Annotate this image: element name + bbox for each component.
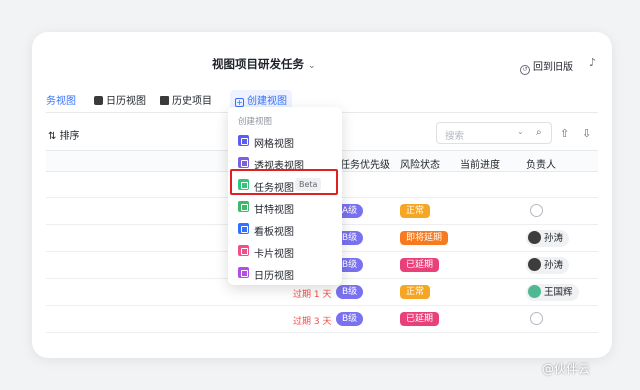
calendar-icon [94,96,103,105]
search-placeholder: 搜索 [445,131,465,142]
grid-icon [238,135,249,146]
sort-icon: ⇅ [48,131,60,142]
download-icon[interactable]: ⇩ [582,127,591,140]
tab-calendar-view[interactable]: 日历视图 [94,92,146,107]
overdue-label: 过期 1 天 [293,290,332,300]
tab-task-view[interactable]: 务视图 [46,92,76,107]
tab-history-projects[interactable]: 历史项目 [160,92,212,107]
gantt-icon [238,201,249,212]
menu-item-kanban-view[interactable]: 看板视图 [234,219,336,239]
chevron-down-icon[interactable]: ⌄ [308,61,316,71]
risk-badge: 已延期 [400,258,440,272]
upload-icon[interactable]: ⇧ [560,127,569,140]
tab-label: 务视图 [46,96,76,107]
menu-item-card-view[interactable]: 卡片视图 [234,241,336,261]
folder-icon [160,96,169,105]
column-priority[interactable]: 任务优先级 [340,156,390,171]
owner-name: 孙涛 [544,260,564,271]
tab-label: 历史项目 [172,96,212,107]
risk-badge: 即将延期 [400,231,449,245]
sort-button[interactable]: ⇅ 排序 [48,127,80,142]
owner-name: 王国辉 [544,287,573,298]
page-title-text: 视图项目研发任务 [212,57,304,71]
owner-chip[interactable]: 孙涛 [526,230,570,247]
owner-name: 孙涛 [544,233,564,244]
column-risk[interactable]: 风险状态 [400,156,440,171]
menu-item-grid-view[interactable]: 网格视图 [234,131,336,151]
owner-chip[interactable]: 孙涛 [526,257,570,274]
column-progress[interactable]: 当前进度 [460,156,500,171]
overdue-label: 过期 3 天 [293,317,332,327]
tab-label: 日历视图 [106,96,146,107]
avatar [528,231,541,244]
plus-icon: + [235,98,244,107]
back-to-old-version-button[interactable]: ↺ 回到旧版 [520,58,573,75]
owner-chip[interactable]: 王国辉 [526,284,579,301]
priority-badge: B级 [336,285,364,299]
column-owner[interactable]: 负责人 [526,156,556,171]
search-input[interactable]: 搜索 ⌄ ⌕ [436,122,552,144]
avatar [528,285,541,298]
clock-icon: ↺ [520,65,530,75]
risk-badge: 正常 [400,204,431,218]
back-label: 回到旧版 [533,62,573,73]
menu-item-label: 看板视图 [254,227,294,238]
table-row[interactable]: 过期 3 天 B级 已延期 [46,306,598,333]
empty-avatar-icon[interactable] [530,204,543,217]
avatar [528,258,541,271]
notification-icon[interactable]: ♪ [589,56,596,69]
create-view-menu: 创建视图 网格视图 透视表视图 任务视图 Beta 甘特视图 看板视图 卡片视图 … [228,107,342,285]
pivot-icon [238,157,249,168]
risk-badge: 正常 [400,285,431,299]
menu-item-label: 卡片视图 [254,249,294,260]
page-title[interactable]: 视图项目研发任务 ⌄ [212,56,316,72]
kanban-icon [238,223,249,234]
menu-header: 创建视图 [238,117,273,127]
empty-avatar-icon[interactable] [530,312,543,325]
risk-badge: 已延期 [400,312,440,326]
card-icon [238,245,249,256]
menu-item-label: 网格视图 [254,139,294,150]
menu-item-calendar-view[interactable]: 日历视图 [234,263,336,283]
priority-badge: B级 [336,312,364,326]
tab-label: 创建视图 [247,96,287,107]
highlight-box [230,169,338,195]
chevron-down-icon[interactable]: ⌄ [517,127,524,136]
watermark: @伙伴云 [542,362,591,376]
menu-item-label: 甘特视图 [254,205,294,216]
menu-item-gantt-view[interactable]: 甘特视图 [234,197,336,217]
menu-item-label: 日历视图 [254,271,294,282]
sort-label: 排序 [59,131,80,142]
calendar-icon [238,267,249,278]
search-icon[interactable]: ⌕ [536,127,542,138]
top-bar: 视图项目研发任务 ⌄ ↺ 回到旧版 ♪ [32,32,612,84]
